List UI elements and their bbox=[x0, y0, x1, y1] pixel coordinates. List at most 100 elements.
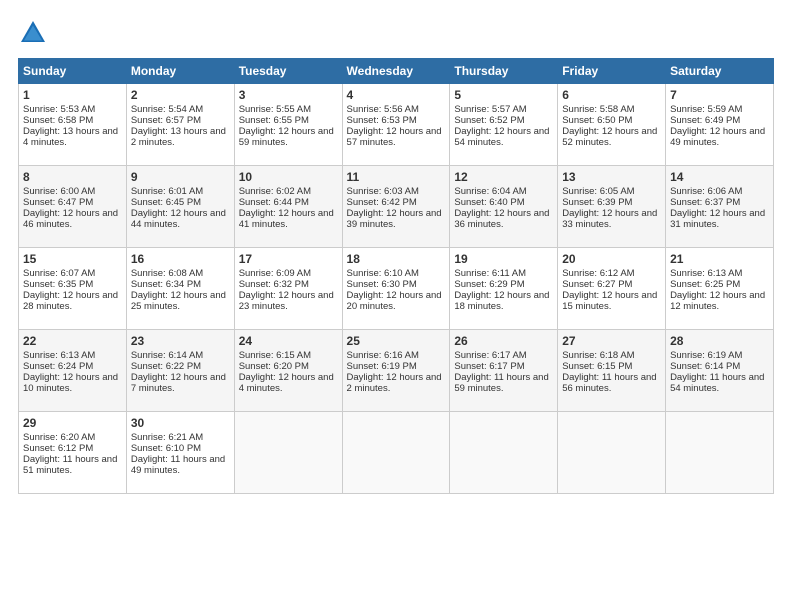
day-number: 4 bbox=[347, 88, 446, 102]
sunset-label: Sunset: 6:27 PM bbox=[562, 279, 632, 290]
table-row: 22 Sunrise: 6:13 AM Sunset: 6:24 PM Dayl… bbox=[19, 330, 127, 412]
sunrise-label: Sunrise: 6:20 AM bbox=[23, 432, 95, 443]
sunset-label: Sunset: 6:32 PM bbox=[239, 279, 309, 290]
col-monday: Monday bbox=[126, 59, 234, 84]
calendar-row: 8 Sunrise: 6:00 AM Sunset: 6:47 PM Dayli… bbox=[19, 166, 774, 248]
day-number: 25 bbox=[347, 334, 446, 348]
calendar-row: 22 Sunrise: 6:13 AM Sunset: 6:24 PM Dayl… bbox=[19, 330, 774, 412]
day-number: 28 bbox=[670, 334, 769, 348]
table-row: 19 Sunrise: 6:11 AM Sunset: 6:29 PM Dayl… bbox=[450, 248, 558, 330]
day-number: 27 bbox=[562, 334, 661, 348]
sunset-label: Sunset: 6:58 PM bbox=[23, 115, 93, 126]
daylight-label: Daylight: 12 hours and 20 minutes. bbox=[347, 290, 442, 312]
calendar-row: 1 Sunrise: 5:53 AM Sunset: 6:58 PM Dayli… bbox=[19, 84, 774, 166]
table-row: 23 Sunrise: 6:14 AM Sunset: 6:22 PM Dayl… bbox=[126, 330, 234, 412]
sunset-label: Sunset: 6:12 PM bbox=[23, 443, 93, 454]
sunset-label: Sunset: 6:30 PM bbox=[347, 279, 417, 290]
daylight-label: Daylight: 12 hours and 54 minutes. bbox=[454, 126, 549, 148]
day-number: 15 bbox=[23, 252, 122, 266]
daylight-label: Daylight: 12 hours and 49 minutes. bbox=[670, 126, 765, 148]
sunrise-label: Sunrise: 6:13 AM bbox=[670, 268, 742, 279]
sunrise-label: Sunrise: 6:05 AM bbox=[562, 186, 634, 197]
col-friday: Friday bbox=[558, 59, 666, 84]
table-row bbox=[342, 412, 450, 494]
daylight-label: Daylight: 12 hours and 36 minutes. bbox=[454, 208, 549, 230]
daylight-label: Daylight: 12 hours and 44 minutes. bbox=[131, 208, 226, 230]
sunset-label: Sunset: 6:47 PM bbox=[23, 197, 93, 208]
table-row: 15 Sunrise: 6:07 AM Sunset: 6:35 PM Dayl… bbox=[19, 248, 127, 330]
table-row bbox=[666, 412, 774, 494]
table-row: 7 Sunrise: 5:59 AM Sunset: 6:49 PM Dayli… bbox=[666, 84, 774, 166]
day-number: 13 bbox=[562, 170, 661, 184]
day-number: 1 bbox=[23, 88, 122, 102]
page: Sunday Monday Tuesday Wednesday Thursday… bbox=[0, 0, 792, 504]
sunset-label: Sunset: 6:15 PM bbox=[562, 361, 632, 372]
day-number: 7 bbox=[670, 88, 769, 102]
sunset-label: Sunset: 6:35 PM bbox=[23, 279, 93, 290]
sunrise-label: Sunrise: 6:10 AM bbox=[347, 268, 419, 279]
table-row: 20 Sunrise: 6:12 AM Sunset: 6:27 PM Dayl… bbox=[558, 248, 666, 330]
sunset-label: Sunset: 6:14 PM bbox=[670, 361, 740, 372]
sunset-label: Sunset: 6:52 PM bbox=[454, 115, 524, 126]
table-row bbox=[450, 412, 558, 494]
daylight-label: Daylight: 12 hours and 31 minutes. bbox=[670, 208, 765, 230]
daylight-label: Daylight: 12 hours and 18 minutes. bbox=[454, 290, 549, 312]
sunset-label: Sunset: 6:45 PM bbox=[131, 197, 201, 208]
sunrise-label: Sunrise: 6:16 AM bbox=[347, 350, 419, 361]
sunrise-label: Sunrise: 6:04 AM bbox=[454, 186, 526, 197]
daylight-label: Daylight: 11 hours and 59 minutes. bbox=[454, 372, 548, 394]
day-number: 26 bbox=[454, 334, 553, 348]
sunrise-label: Sunrise: 6:14 AM bbox=[131, 350, 203, 361]
sunset-label: Sunset: 6:39 PM bbox=[562, 197, 632, 208]
calendar-table: Sunday Monday Tuesday Wednesday Thursday… bbox=[18, 58, 774, 494]
sunset-label: Sunset: 6:40 PM bbox=[454, 197, 524, 208]
sunrise-label: Sunrise: 6:02 AM bbox=[239, 186, 311, 197]
day-number: 2 bbox=[131, 88, 230, 102]
day-number: 5 bbox=[454, 88, 553, 102]
table-row: 3 Sunrise: 5:55 AM Sunset: 6:55 PM Dayli… bbox=[234, 84, 342, 166]
sunrise-label: Sunrise: 6:06 AM bbox=[670, 186, 742, 197]
sunset-label: Sunset: 6:34 PM bbox=[131, 279, 201, 290]
table-row: 26 Sunrise: 6:17 AM Sunset: 6:17 PM Dayl… bbox=[450, 330, 558, 412]
day-number: 18 bbox=[347, 252, 446, 266]
table-row: 27 Sunrise: 6:18 AM Sunset: 6:15 PM Dayl… bbox=[558, 330, 666, 412]
daylight-label: Daylight: 12 hours and 39 minutes. bbox=[347, 208, 442, 230]
sunrise-label: Sunrise: 6:07 AM bbox=[23, 268, 95, 279]
logo bbox=[18, 18, 52, 48]
sunrise-label: Sunrise: 5:57 AM bbox=[454, 104, 526, 115]
sunrise-label: Sunrise: 6:15 AM bbox=[239, 350, 311, 361]
table-row bbox=[558, 412, 666, 494]
sunrise-label: Sunrise: 5:55 AM bbox=[239, 104, 311, 115]
table-row: 2 Sunrise: 5:54 AM Sunset: 6:57 PM Dayli… bbox=[126, 84, 234, 166]
day-number: 23 bbox=[131, 334, 230, 348]
table-row: 17 Sunrise: 6:09 AM Sunset: 6:32 PM Dayl… bbox=[234, 248, 342, 330]
calendar-row: 29 Sunrise: 6:20 AM Sunset: 6:12 PM Dayl… bbox=[19, 412, 774, 494]
day-number: 3 bbox=[239, 88, 338, 102]
day-number: 21 bbox=[670, 252, 769, 266]
sunset-label: Sunset: 6:50 PM bbox=[562, 115, 632, 126]
sunset-label: Sunset: 6:53 PM bbox=[347, 115, 417, 126]
table-row: 21 Sunrise: 6:13 AM Sunset: 6:25 PM Dayl… bbox=[666, 248, 774, 330]
sunrise-label: Sunrise: 6:13 AM bbox=[23, 350, 95, 361]
daylight-label: Daylight: 12 hours and 12 minutes. bbox=[670, 290, 765, 312]
sunrise-label: Sunrise: 6:18 AM bbox=[562, 350, 634, 361]
sunset-label: Sunset: 6:25 PM bbox=[670, 279, 740, 290]
day-number: 12 bbox=[454, 170, 553, 184]
calendar-row: 15 Sunrise: 6:07 AM Sunset: 6:35 PM Dayl… bbox=[19, 248, 774, 330]
daylight-label: Daylight: 12 hours and 28 minutes. bbox=[23, 290, 118, 312]
sunrise-label: Sunrise: 5:59 AM bbox=[670, 104, 742, 115]
daylight-label: Daylight: 11 hours and 49 minutes. bbox=[131, 454, 225, 476]
sunrise-label: Sunrise: 6:00 AM bbox=[23, 186, 95, 197]
day-number: 9 bbox=[131, 170, 230, 184]
daylight-label: Daylight: 12 hours and 46 minutes. bbox=[23, 208, 118, 230]
day-number: 30 bbox=[131, 416, 230, 430]
sunset-label: Sunset: 6:10 PM bbox=[131, 443, 201, 454]
daylight-label: Daylight: 12 hours and 23 minutes. bbox=[239, 290, 334, 312]
day-number: 10 bbox=[239, 170, 338, 184]
daylight-label: Daylight: 12 hours and 2 minutes. bbox=[347, 372, 442, 394]
sunrise-label: Sunrise: 5:56 AM bbox=[347, 104, 419, 115]
sunset-label: Sunset: 6:49 PM bbox=[670, 115, 740, 126]
sunset-label: Sunset: 6:17 PM bbox=[454, 361, 524, 372]
col-sunday: Sunday bbox=[19, 59, 127, 84]
table-row: 10 Sunrise: 6:02 AM Sunset: 6:44 PM Dayl… bbox=[234, 166, 342, 248]
